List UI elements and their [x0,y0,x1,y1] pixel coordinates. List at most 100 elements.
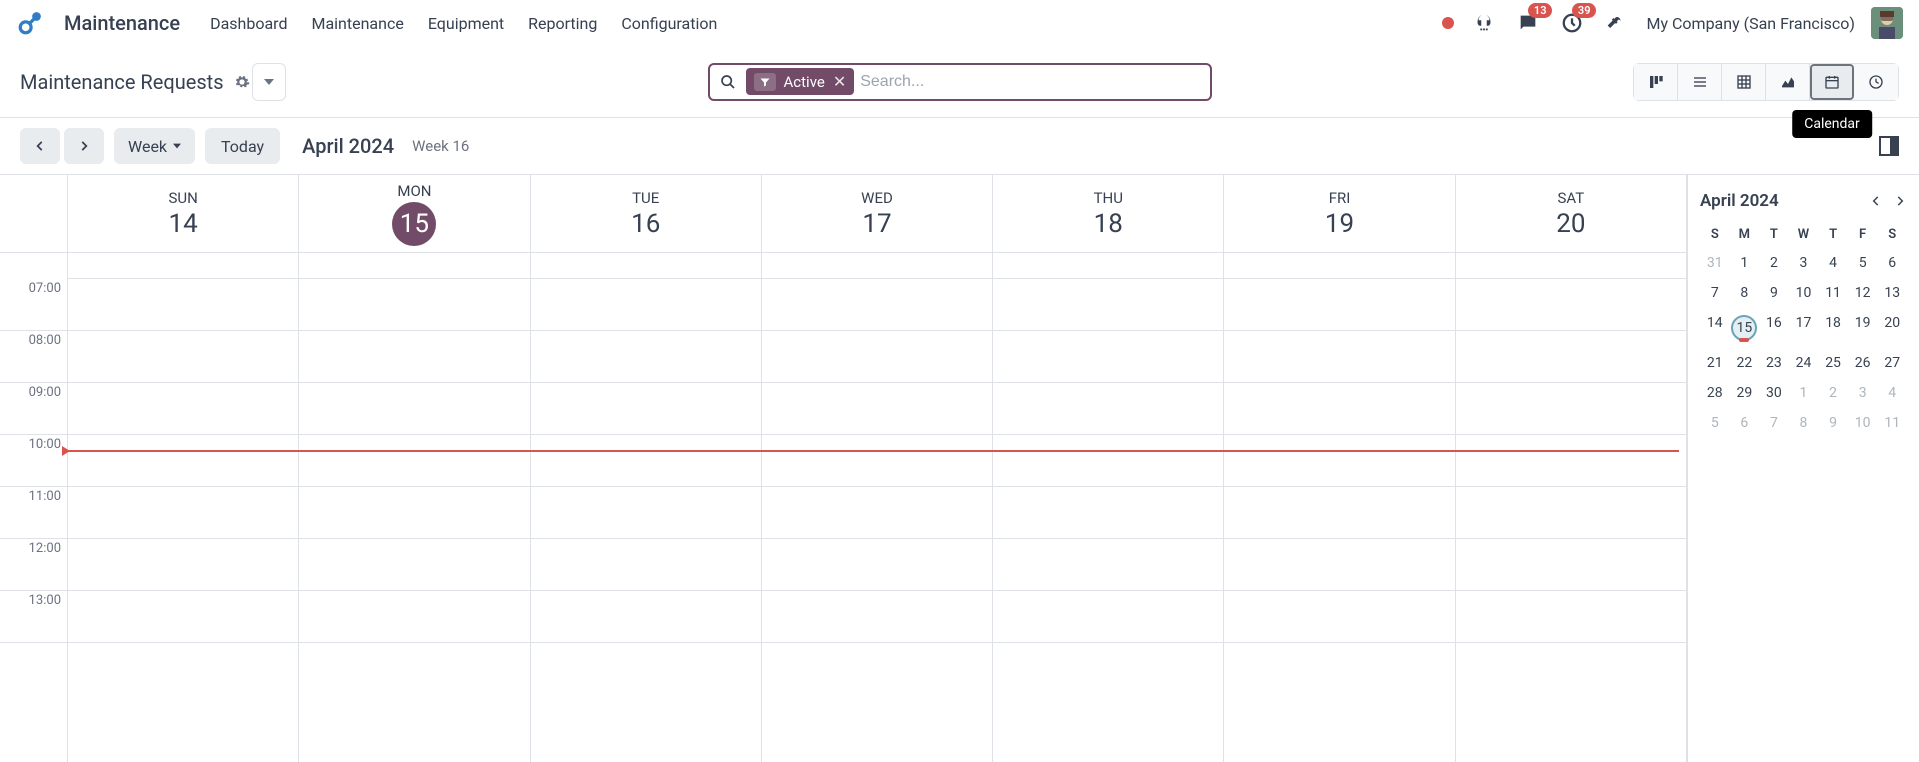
next-week-button[interactable] [64,128,104,164]
mini-day[interactable]: 26 [1848,350,1878,376]
week-number: Week 16 [412,137,469,155]
mini-day[interactable]: 1 [1789,380,1819,406]
nav-maintenance[interactable]: Maintenance [311,14,403,33]
day-column[interactable] [1224,253,1455,762]
day-header[interactable]: WED17 [762,175,993,252]
mini-day[interactable]: 22 [1730,350,1760,376]
mini-day[interactable]: 13 [1877,280,1907,306]
mini-day[interactable]: 5 [1848,250,1878,276]
mini-day[interactable]: 6 [1730,410,1760,436]
calendar-grid: SUN14MON15TUE16WED17THU18FRI19SAT20 07:0… [0,175,1687,762]
day-name: TUE [632,189,659,207]
messaging-icon[interactable]: 13 [1514,9,1542,37]
day-columns[interactable] [68,253,1687,762]
mini-day[interactable]: 31 [1700,250,1730,276]
page-title: Maintenance Requests [20,70,224,94]
mini-day[interactable]: 16 [1759,310,1789,346]
day-header[interactable]: THU18 [993,175,1224,252]
nav-reporting[interactable]: Reporting [528,14,597,33]
mini-day[interactable]: 1 [1730,250,1760,276]
mini-day[interactable]: 6 [1877,250,1907,276]
filter-chip-remove[interactable]: ✕ [833,72,846,91]
mini-day[interactable]: 11 [1877,410,1907,436]
nav-configuration[interactable]: Configuration [621,14,717,33]
mini-day[interactable]: 8 [1789,410,1819,436]
view-kanban-button[interactable] [1634,64,1678,100]
gear-icon[interactable] [234,74,250,90]
mini-prev-button[interactable] [1869,194,1883,208]
nav-dashboard[interactable]: Dashboard [210,14,287,33]
view-graph-button[interactable] [1766,64,1810,100]
mini-day[interactable]: 20 [1877,310,1907,346]
search-input[interactable] [860,73,1209,91]
view-activity-button[interactable] [1854,64,1898,100]
mini-day[interactable]: 27 [1877,350,1907,376]
mini-day[interactable]: 4 [1877,380,1907,406]
nav-equipment[interactable]: Equipment [428,14,504,33]
day-header[interactable]: MON15 [299,175,530,252]
mini-day[interactable]: 10 [1848,410,1878,436]
mini-day[interactable]: 15 [1730,310,1760,346]
app-logo-icon[interactable] [16,9,44,37]
mini-day[interactable]: 2 [1818,380,1848,406]
mini-day[interactable]: 4 [1818,250,1848,276]
mini-day[interactable]: 18 [1818,310,1848,346]
day-header[interactable]: SUN14 [68,175,299,252]
day-header[interactable]: FRI19 [1224,175,1455,252]
mini-day[interactable]: 28 [1700,380,1730,406]
user-avatar[interactable] [1871,7,1903,39]
day-column[interactable] [68,253,299,762]
mini-day[interactable]: 3 [1848,380,1878,406]
activity-icon[interactable]: 39 [1558,9,1586,37]
day-column[interactable] [531,253,762,762]
search-options-toggle[interactable] [252,63,286,101]
prev-week-button[interactable] [20,128,60,164]
time-label: 12:00 [0,539,67,591]
mini-day[interactable]: 25 [1818,350,1848,376]
search-bar: Active ✕ [708,63,1212,101]
day-headers: SUN14MON15TUE16WED17THU18FRI19SAT20 [0,175,1687,253]
day-column[interactable] [762,253,993,762]
mini-day[interactable]: 7 [1700,280,1730,306]
mini-day[interactable]: 9 [1818,410,1848,436]
mini-day[interactable]: 23 [1759,350,1789,376]
view-list-button[interactable] [1678,64,1722,100]
mini-day[interactable]: 3 [1789,250,1819,276]
day-column[interactable] [299,253,530,762]
mini-day[interactable]: 8 [1730,280,1760,306]
company-selector[interactable]: My Company (San Francisco) [1646,14,1855,33]
tools-icon[interactable] [1602,9,1630,37]
mini-day[interactable]: 21 [1700,350,1730,376]
mini-next-button[interactable] [1893,194,1907,208]
mini-day[interactable]: 10 [1789,280,1819,306]
now-indicator [68,450,1679,452]
mini-day[interactable]: 2 [1759,250,1789,276]
mini-day[interactable]: 30 [1759,380,1789,406]
mini-day[interactable]: 24 [1789,350,1819,376]
time-grid[interactable]: 07:0008:0009:0010:0011:0012:0013:00 [0,253,1687,762]
mini-day[interactable]: 12 [1848,280,1878,306]
day-name: MON [397,182,431,200]
mini-day[interactable]: 19 [1848,310,1878,346]
day-column[interactable] [993,253,1224,762]
mini-day[interactable]: 5 [1700,410,1730,436]
day-header[interactable]: TUE16 [531,175,762,252]
view-pivot-button[interactable] [1722,64,1766,100]
day-column[interactable] [1456,253,1687,762]
side-panel-toggle[interactable] [1879,136,1899,156]
search-icon[interactable] [710,74,746,90]
mini-day[interactable]: 29 [1730,380,1760,406]
mini-day[interactable]: 11 [1818,280,1848,306]
mini-day[interactable]: 14 [1700,310,1730,346]
view-calendar-button[interactable]: Calendar [1810,64,1854,100]
status-dot-icon[interactable] [1442,17,1454,29]
mini-day[interactable]: 7 [1759,410,1789,436]
scale-selector[interactable]: Week [114,128,195,164]
mini-day[interactable]: 9 [1759,280,1789,306]
today-button[interactable]: Today [205,128,280,164]
day-header[interactable]: SAT20 [1456,175,1687,252]
time-label: 07:00 [0,279,67,331]
mini-day[interactable]: 17 [1789,310,1819,346]
app-name[interactable]: Maintenance [64,11,180,35]
voip-icon[interactable] [1470,9,1498,37]
